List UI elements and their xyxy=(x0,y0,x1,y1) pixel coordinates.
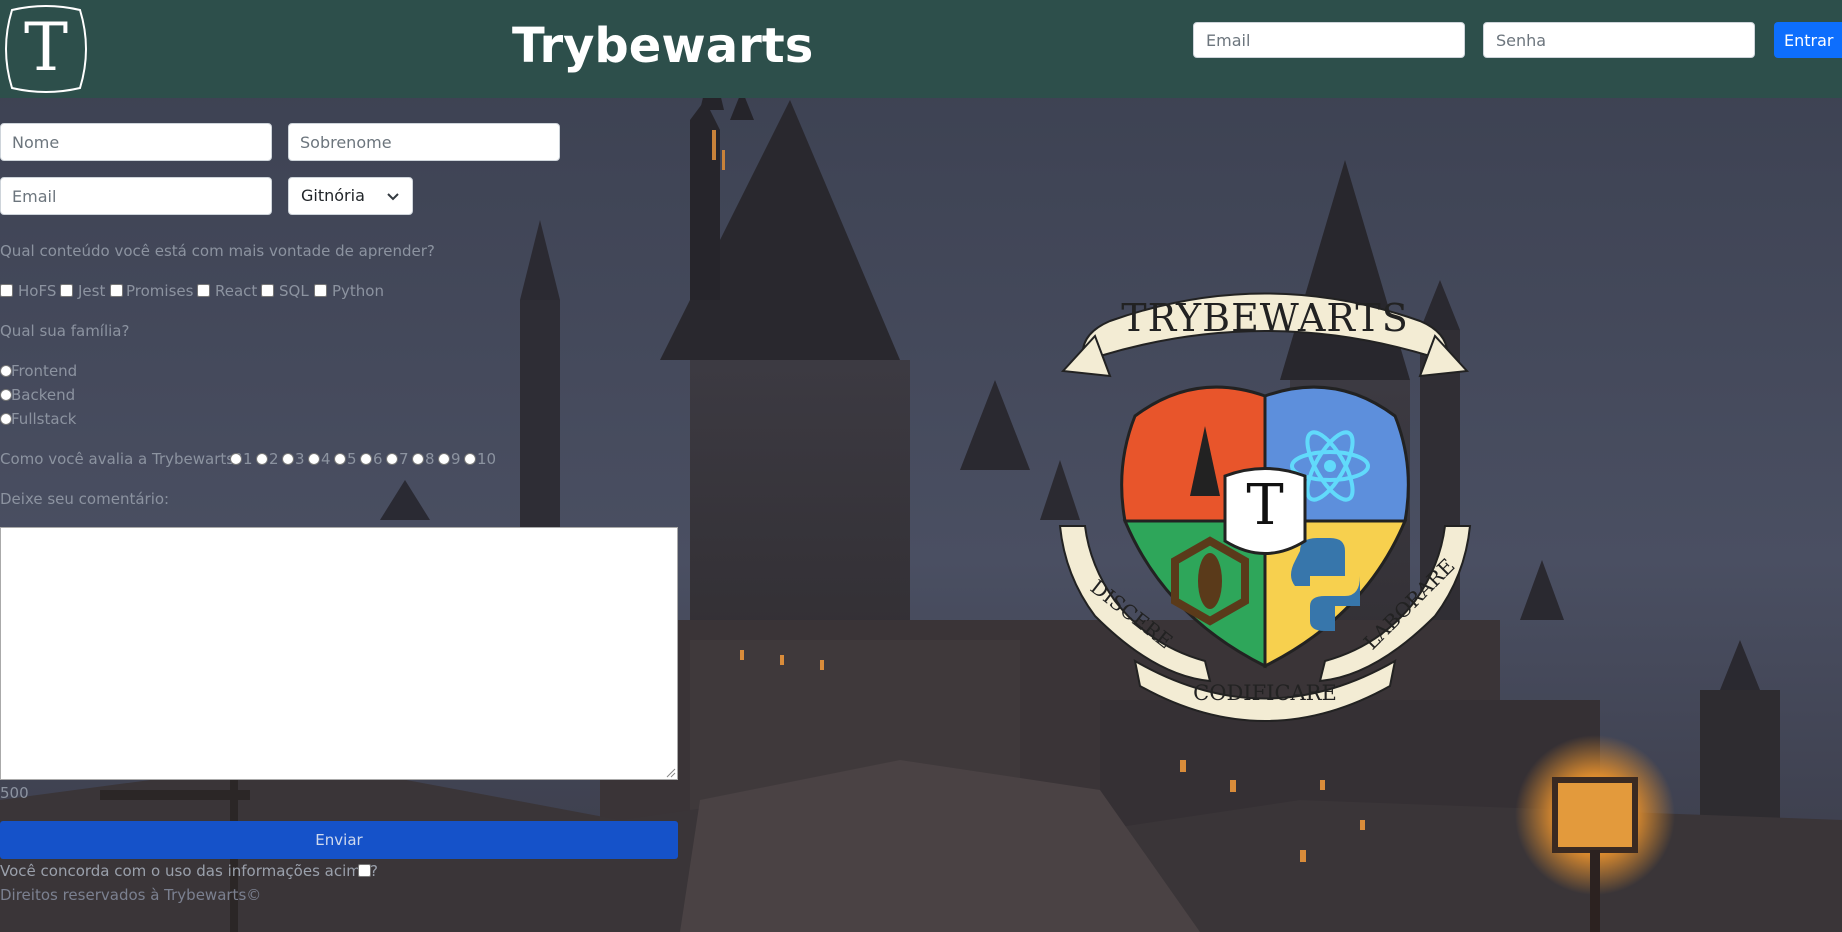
rating-option-8: 8 xyxy=(425,450,435,468)
family-option-frontend: Frontend xyxy=(11,362,78,380)
trybewarts-logo: T xyxy=(2,2,90,96)
content-checkbox-react[interactable] xyxy=(197,284,210,297)
crest-banner-top-text: TRYBEWARTS xyxy=(1121,296,1409,340)
content-checkbox-jest[interactable] xyxy=(60,284,73,297)
site-title: Trybewarts xyxy=(512,18,814,74)
crest-center-letter: T xyxy=(1246,473,1284,538)
rating-radio-1[interactable] xyxy=(230,453,242,465)
rating-option-2: 2 xyxy=(269,450,279,468)
rating-radio-6[interactable] xyxy=(360,453,372,465)
rating-question-label: Como você avalia a Trybewarts? xyxy=(0,450,243,468)
rating-option-5: 5 xyxy=(347,450,357,468)
content-option-react: React xyxy=(215,282,258,300)
family-option-fullstack: Fullstack xyxy=(11,410,77,428)
submit-button[interactable]: Enviar xyxy=(0,821,678,859)
rating-option-6: 6 xyxy=(373,450,383,468)
content-checkbox-hofs[interactable] xyxy=(0,284,13,297)
content-checkbox-sql[interactable] xyxy=(261,284,274,297)
footer-text: Direitos reservados à Trybewarts© xyxy=(0,886,262,904)
rating-radio-8[interactable] xyxy=(412,453,424,465)
rating-option-1: 1 xyxy=(243,450,253,468)
comment-textarea[interactable] xyxy=(0,527,678,780)
content-question-label: Qual conteúdo você está com mais vontade… xyxy=(0,242,435,260)
evaluation-form: Gitnória Qual conteúdo você está com mai… xyxy=(0,0,700,932)
content-option-jest: Jest xyxy=(78,282,106,300)
resize-grip-icon[interactable] xyxy=(666,768,676,778)
logo-letter: T xyxy=(23,9,69,86)
rating-radio-7[interactable] xyxy=(386,453,398,465)
email-input[interactable] xyxy=(0,177,272,215)
content-option-sql: SQL xyxy=(279,282,309,300)
rating-radio-5[interactable] xyxy=(334,453,346,465)
lastname-input[interactable] xyxy=(288,123,560,161)
rating-option-10: 10 xyxy=(477,450,497,468)
rating-radio-4[interactable] xyxy=(308,453,320,465)
chevron-down-icon xyxy=(387,193,399,201)
content-checkbox-python[interactable] xyxy=(314,284,327,297)
header-password-input[interactable] xyxy=(1483,22,1755,58)
rating-radio-3[interactable] xyxy=(282,453,294,465)
family-option-backend: Backend xyxy=(11,386,76,404)
trybewarts-crest: TRYBEWARTS T DISCERE CODIFICARE LABORARE xyxy=(1055,276,1475,736)
agreement-label: Você concorda com o uso das informações … xyxy=(0,862,379,880)
comment-label: Deixe seu comentário: xyxy=(0,490,170,508)
rating-option-4: 4 xyxy=(321,450,331,468)
rating-radio-10[interactable] xyxy=(464,453,476,465)
rating-radio-2[interactable] xyxy=(256,453,268,465)
rating-option-7: 7 xyxy=(399,450,409,468)
content-option-hofs: HoFS xyxy=(18,282,57,300)
name-input[interactable] xyxy=(0,123,272,161)
rating-option-3: 3 xyxy=(295,450,305,468)
rating-option-9: 9 xyxy=(451,450,461,468)
family-question-label: Qual sua família? xyxy=(0,322,130,340)
house-select-value: Gitnória xyxy=(301,186,365,205)
site-header: T Trybewarts Entrar xyxy=(0,0,1842,98)
content-option-promises: Promises xyxy=(126,282,194,300)
agreement-checkbox[interactable] xyxy=(358,864,371,877)
rating-radio-9[interactable] xyxy=(438,453,450,465)
content-option-python: Python xyxy=(332,282,384,300)
content-checkbox-promises[interactable] xyxy=(110,284,123,297)
header-email-input[interactable] xyxy=(1193,22,1465,58)
crest-motto-center: CODIFICARE xyxy=(1193,681,1337,705)
house-select[interactable]: Gitnória xyxy=(288,177,413,215)
login-button[interactable]: Entrar xyxy=(1774,22,1842,58)
char-counter: 500 xyxy=(0,784,29,802)
